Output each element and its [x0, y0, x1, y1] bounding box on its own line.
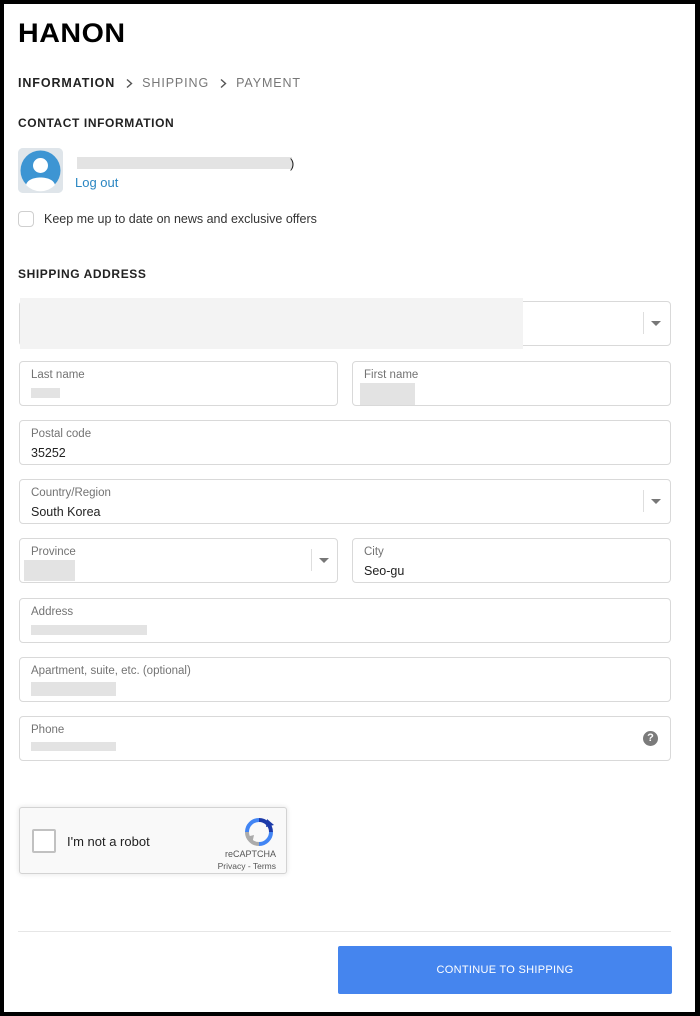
chevron-right-icon: [124, 78, 135, 89]
breadcrumb-payment[interactable]: PAYMENT: [236, 76, 301, 90]
phone-label: Phone: [31, 724, 65, 736]
address-label: Address: [31, 606, 74, 618]
brand-logo[interactable]: HANON: [18, 18, 126, 49]
apartment-label: Apartment, suite, etc. (optional): [31, 665, 191, 677]
select-divider: [311, 549, 312, 571]
city-value: Seo-gu: [364, 564, 405, 578]
recaptcha-links[interactable]: Privacy - Terms: [218, 861, 276, 871]
country-label: Country/Region: [31, 487, 111, 499]
postal-code-label: Postal code: [31, 428, 92, 440]
city-field[interactable]: City Seo-gu: [352, 538, 671, 583]
first-name-label: First name: [364, 369, 419, 381]
first-name-field[interactable]: First name: [352, 361, 671, 406]
chevron-down-icon: [651, 321, 661, 326]
phone-field[interactable]: Phone ?: [19, 716, 671, 761]
divider: [18, 931, 671, 932]
address-field[interactable]: Address: [19, 598, 671, 643]
country-select[interactable]: Country/Region South Korea: [19, 479, 671, 524]
saved-address-select[interactable]: [19, 298, 671, 349]
help-icon[interactable]: ?: [643, 731, 658, 746]
continue-to-shipping-button[interactable]: CONTINUE TO SHIPPING: [338, 946, 672, 994]
country-value: South Korea: [31, 505, 101, 519]
redacted-email: [77, 157, 292, 169]
newsletter-checkbox[interactable]: [18, 211, 34, 227]
apartment-field[interactable]: Apartment, suite, etc. (optional): [19, 657, 671, 702]
breadcrumb-information: INFORMATION: [18, 76, 116, 90]
email-suffix: ): [290, 156, 295, 171]
logout-link[interactable]: Log out: [75, 175, 118, 190]
last-name-label: Last name: [31, 369, 85, 381]
breadcrumb-shipping[interactable]: SHIPPING: [142, 76, 209, 90]
last-name-field[interactable]: Last name: [19, 361, 338, 406]
select-divider: [643, 490, 644, 512]
breadcrumb: INFORMATION SHIPPING PAYMENT: [18, 76, 301, 90]
select-divider: [643, 312, 644, 334]
chevron-right-icon: [218, 78, 229, 89]
province-select[interactable]: Province: [19, 538, 338, 583]
newsletter-label: Keep me up to date on news and exclusive…: [44, 212, 317, 226]
recaptcha-label: I'm not a robot: [67, 834, 150, 849]
redacted-address: [31, 625, 147, 635]
checkout-page: HANON INFORMATION SHIPPING PAYMENT CONTA…: [4, 4, 695, 1012]
redacted-phone: [31, 742, 116, 751]
city-label: City: [364, 546, 384, 558]
postal-code-value: 35252: [31, 446, 66, 460]
shipping-section-title: SHIPPING ADDRESS: [18, 267, 147, 281]
redacted-last-name: [31, 388, 60, 398]
chevron-down-icon: [651, 499, 661, 504]
redacted-first-name: [360, 383, 415, 405]
recaptcha-checkbox[interactable]: [32, 829, 56, 853]
postal-code-field[interactable]: Postal code 35252: [19, 420, 671, 465]
recaptcha-brand: reCAPTCHA: [224, 849, 276, 859]
province-label: Province: [31, 546, 76, 558]
newsletter-row[interactable]: Keep me up to date on news and exclusive…: [18, 211, 317, 227]
redacted-apartment: [31, 682, 116, 696]
redacted-province: [24, 560, 75, 581]
chevron-down-icon: [319, 558, 329, 563]
recaptcha-logo-icon: [245, 818, 274, 846]
redacted-saved-address: [20, 298, 523, 349]
user-avatar-icon: [18, 148, 63, 193]
contact-section-title: CONTACT INFORMATION: [18, 116, 175, 130]
recaptcha-widget: I'm not a robot reCAPTCHA Privacy - Term…: [19, 807, 287, 874]
avatar: [18, 148, 63, 193]
